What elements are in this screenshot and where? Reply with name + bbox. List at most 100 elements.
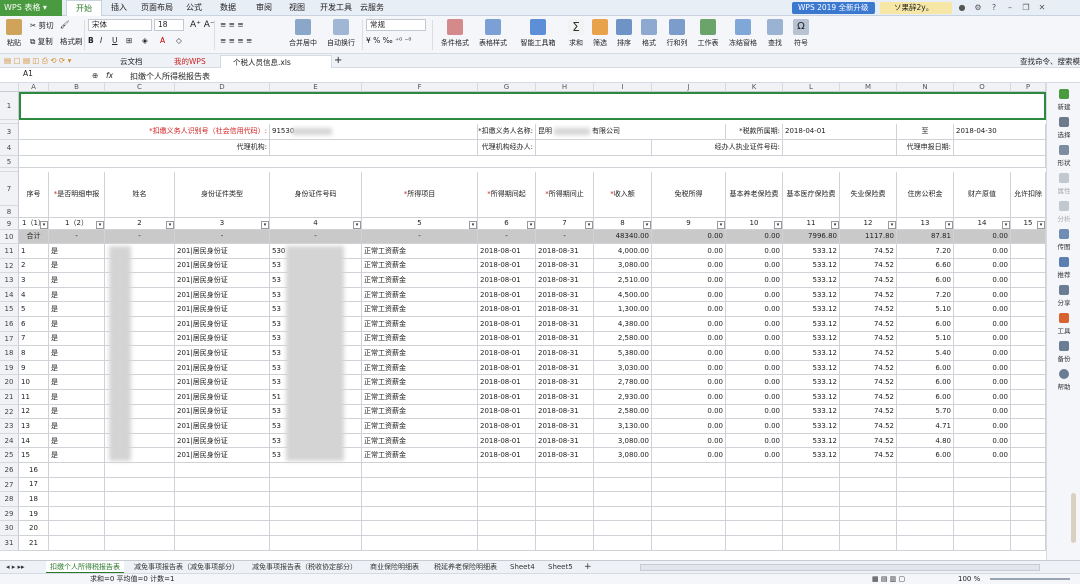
table-cell[interactable]: 74.52 <box>840 273 897 288</box>
table-cell[interactable]: 533.12 <box>783 404 840 420</box>
table-cell[interactable]: 0.00 <box>954 390 1011 405</box>
filter-dropdown-icon[interactable]: ▾ <box>40 221 48 229</box>
row-header[interactable]: 20 <box>0 375 19 390</box>
font-color-icon[interactable]: A <box>160 36 165 45</box>
table-cell[interactable]: 201|居民身份证 <box>175 448 270 463</box>
total-cell[interactable]: 7996.80 <box>783 230 840 244</box>
table-cell[interactable]: 是 <box>49 375 105 390</box>
table-cell[interactable]: 533.12 <box>783 390 840 405</box>
table-cell[interactable]: 6 <box>19 317 49 332</box>
table-cell[interactable]: 是 <box>49 390 105 405</box>
column-title[interactable]: 序号 <box>19 172 49 218</box>
table-cell[interactable]: 201|居民身份证 <box>175 390 270 405</box>
table-cell[interactable] <box>105 477 175 493</box>
table-cell[interactable]: 2018-08-01 <box>478 375 536 390</box>
total-cell[interactable]: 87.81 <box>897 230 954 244</box>
column-title[interactable]: 姓名 <box>105 172 175 218</box>
tab-my-wps[interactable]: 我的WPS <box>162 55 206 68</box>
table-cell[interactable]: 0.00 <box>652 287 726 303</box>
table-cell[interactable] <box>536 463 594 478</box>
column-header[interactable]: H <box>536 83 594 92</box>
tax-id-label[interactable]: *扣缴义务人识别号（社会信用代码）: <box>19 124 270 140</box>
table-cell[interactable]: 201|居民身份证 <box>175 419 270 434</box>
table-cell[interactable]: 是 <box>49 346 105 361</box>
column-title[interactable]: 允许扣除 <box>1011 172 1046 218</box>
table-cell[interactable] <box>726 463 783 478</box>
table-cell[interactable]: 16 <box>19 463 49 478</box>
table-cell[interactable]: 201|居民身份证 <box>175 273 270 288</box>
column-header[interactable]: O <box>954 83 1011 92</box>
total-cell[interactable]: 48340.00 <box>594 230 652 244</box>
table-cell[interactable]: 3,130.00 <box>594 419 652 434</box>
table-cell[interactable]: 3,080.00 <box>594 258 652 274</box>
table-cell[interactable] <box>783 463 840 478</box>
row-header[interactable]: 22 <box>0 404 19 420</box>
filter-dropdown-icon[interactable]: ▾ <box>96 221 104 229</box>
filter-button[interactable]: 筛选 <box>590 19 610 48</box>
table-cell[interactable] <box>1011 360 1046 376</box>
filter-dropdown-icon[interactable]: ▾ <box>261 221 269 229</box>
table-cell[interactable]: 201|居民身份证 <box>175 404 270 420</box>
table-cell[interactable]: 0.00 <box>652 419 726 434</box>
row-header[interactable]: 9 <box>0 218 19 230</box>
table-cell[interactable]: 0.00 <box>726 375 783 390</box>
table-cell[interactable] <box>840 492 897 507</box>
table-cell[interactable] <box>897 536 954 551</box>
row-header[interactable]: 11 <box>0 244 19 259</box>
menu-cloud[interactable]: 云服务 <box>360 0 384 16</box>
table-cell[interactable] <box>478 506 536 522</box>
table-cell[interactable] <box>1011 331 1046 347</box>
row-col-button[interactable]: 行和列 <box>664 19 690 48</box>
table-cell[interactable]: 0.00 <box>652 360 726 376</box>
table-cell[interactable]: 2018-08-01 <box>478 433 536 449</box>
table-cell[interactable]: 正常工资薪金 <box>362 404 478 420</box>
table-cell[interactable]: 是 <box>49 419 105 434</box>
total-cell[interactable]: 1117.80 <box>840 230 897 244</box>
row-header[interactable]: 13 <box>0 273 19 288</box>
table-cell[interactable]: 0.00 <box>726 346 783 361</box>
table-cell[interactable]: 0.00 <box>954 302 1011 317</box>
table-cell[interactable]: 21 <box>19 536 49 551</box>
table-cell[interactable]: 正常工资薪金 <box>362 287 478 303</box>
table-cell[interactable]: 是 <box>49 448 105 463</box>
table-cell[interactable]: 201|居民身份证 <box>175 360 270 376</box>
table-cell[interactable]: 15 <box>19 448 49 463</box>
table-cell[interactable]: 2018-08-31 <box>536 317 594 332</box>
table-cell[interactable]: 20 <box>19 521 49 536</box>
table-cell[interactable]: 3 <box>19 273 49 288</box>
row-header[interactable]: 27 <box>0 477 19 493</box>
row-header[interactable]: 4 <box>0 140 19 156</box>
table-cell[interactable]: 533.12 <box>783 287 840 303</box>
row-header[interactable]: 17 <box>0 331 19 347</box>
table-cell[interactable] <box>726 492 783 507</box>
date-label[interactable]: 代理申报日期: <box>897 140 954 156</box>
table-cell[interactable]: 2018-08-01 <box>478 331 536 347</box>
column-title[interactable]: * 所得期间起 <box>478 172 536 218</box>
find-button[interactable]: 查找 <box>764 19 786 48</box>
table-cell[interactable] <box>362 536 478 551</box>
table-cell[interactable]: 11 <box>19 390 49 405</box>
table-cell[interactable]: 0.00 <box>726 404 783 420</box>
table-cell[interactable]: 201|居民身份证 <box>175 244 270 259</box>
table-cell[interactable]: 正常工资薪金 <box>362 302 478 317</box>
table-cell[interactable]: 74.52 <box>840 404 897 420</box>
fill-color-icon[interactable]: ◈ <box>142 36 148 45</box>
format-painter-button[interactable]: 格式刷 <box>60 36 83 47</box>
table-cell[interactable] <box>840 536 897 551</box>
table-cell[interactable]: 74.52 <box>840 346 897 361</box>
table-cell[interactable]: 6.00 <box>897 375 954 390</box>
column-title[interactable]: * 收入额 <box>594 172 652 218</box>
table-cell[interactable]: 533.12 <box>783 244 840 259</box>
row-header[interactable]: 23 <box>0 419 19 434</box>
font-select[interactable]: 宋体 <box>88 19 152 31</box>
format-painter-icon[interactable]: 🖌 <box>60 20 70 29</box>
table-cell[interactable]: 正常工资薪金 <box>362 419 478 434</box>
total-cell[interactable]: - <box>478 230 536 244</box>
select-button[interactable]: 选择 <box>1047 117 1080 139</box>
table-cell[interactable] <box>1011 536 1046 551</box>
table-cell[interactable]: 74.52 <box>840 302 897 317</box>
period-start[interactable]: 2018-04-01 <box>783 124 897 140</box>
table-cell[interactable]: 8 <box>19 346 49 361</box>
table-cell[interactable]: 2018-08-01 <box>478 244 536 259</box>
title-cell[interactable] <box>19 92 1046 120</box>
